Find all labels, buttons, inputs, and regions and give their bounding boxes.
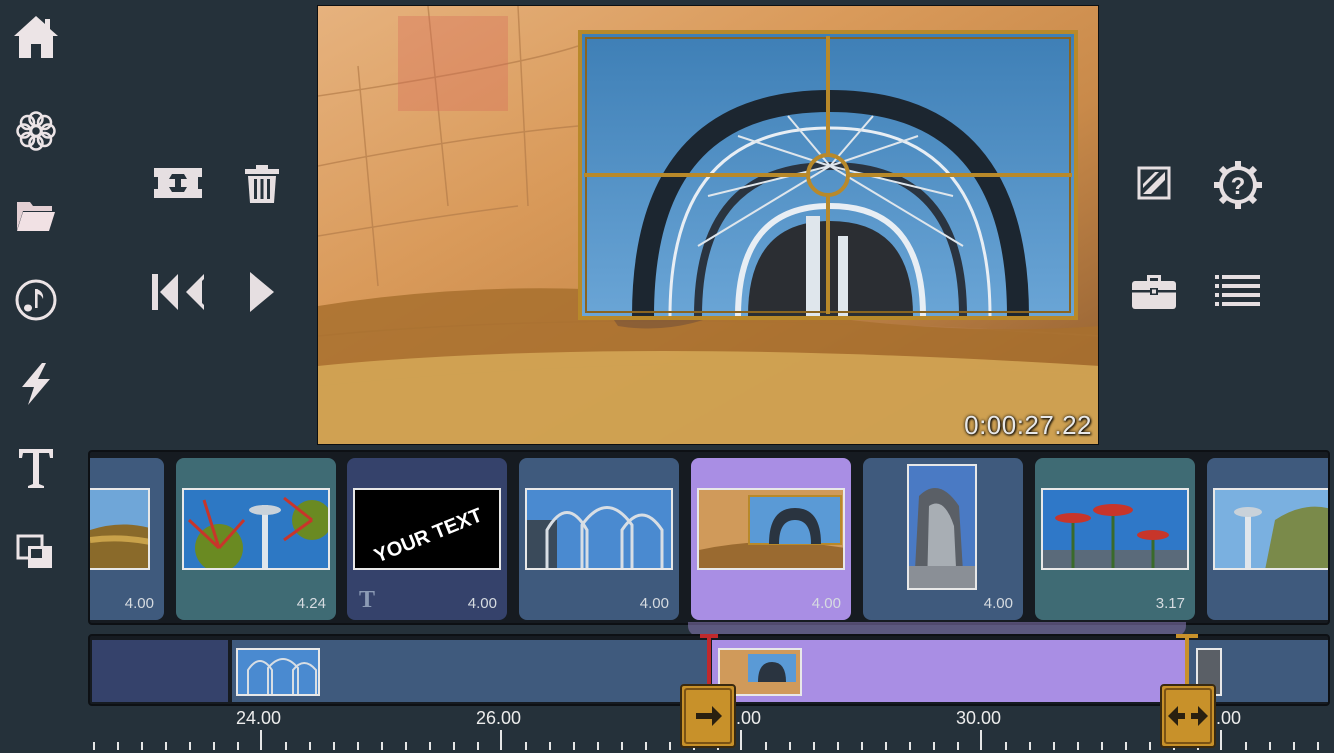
clip-thumbnail [90, 488, 150, 570]
video-preview[interactable]: 0:00:27.22 [317, 5, 1099, 445]
ruler-label: 30.00 [956, 708, 1002, 728]
title-clip-item[interactable]: YOUR TEXT T 4.00 [347, 458, 507, 620]
lightning-icon[interactable] [18, 362, 54, 406]
folder-icon[interactable] [16, 198, 56, 234]
home-icon[interactable] [12, 14, 60, 60]
timeline-ruler[interactable] [0, 700, 1334, 750]
play-icon[interactable] [248, 270, 276, 314]
trim-marker-right[interactable] [1176, 634, 1198, 688]
clip-thumbnail: YOUR TEXT [353, 488, 501, 570]
trash-icon[interactable] [244, 164, 280, 204]
split-razor-icon[interactable] [152, 166, 204, 200]
ruler-label: 26.00 [476, 708, 522, 728]
clip-duration: 4.00 [467, 595, 497, 612]
text-icon[interactable] [16, 446, 56, 490]
timecode: 0:00:27.22 [964, 410, 1092, 440]
music-icon[interactable] [14, 278, 58, 322]
skip-to-start-icon[interactable] [150, 272, 206, 312]
clip-thumbnail [1213, 488, 1328, 570]
clip-duration: 4.00 [811, 595, 841, 612]
clip-thumbnail [697, 488, 845, 570]
trim-handle-left[interactable] [680, 684, 736, 748]
trim-handle-right[interactable] [1160, 684, 1216, 748]
track-thumbnail [236, 648, 320, 696]
clip-item[interactable]: 4 [1207, 458, 1328, 620]
clip-duration: 3.17 [1155, 595, 1185, 612]
track-segment[interactable] [92, 640, 228, 702]
preview-frame [318, 6, 1098, 444]
clip-item[interactable]: 3.17 [1035, 458, 1195, 620]
track-segment-selected[interactable] [712, 640, 1186, 702]
toolbox-icon[interactable] [1131, 272, 1177, 310]
clip-thumbnail [1041, 488, 1189, 570]
clip-duration: 4.00 [124, 595, 154, 612]
clip-item[interactable]: 4.00 [90, 458, 164, 620]
clip-thumbnail [182, 488, 330, 570]
list-icon[interactable] [1215, 274, 1261, 308]
text-clip-icon: T [359, 587, 376, 613]
clip-item-selected[interactable]: 4.00 [691, 458, 851, 620]
flower-icon[interactable] [15, 110, 57, 152]
clip-item[interactable]: 4.00 [863, 458, 1023, 620]
clip-duration: 4.00 [983, 595, 1013, 612]
settings-help-icon[interactable]: ? [1213, 160, 1263, 210]
track-segment[interactable] [232, 640, 710, 702]
clip-item[interactable]: 4.00 [519, 458, 679, 620]
aspect-icon[interactable] [1137, 166, 1171, 200]
svg-text:?: ? [1231, 173, 1246, 200]
clip-duration: 4.24 [296, 595, 326, 612]
clip-thumbnail [907, 464, 977, 590]
clip-item[interactable]: 4.24 [176, 458, 336, 620]
clip-strip[interactable]: 4.00 4.24 YOUR TEXT T 4.00 4.00 4.00 4.0… [88, 450, 1330, 625]
ruler-label: 24.00 [236, 708, 282, 728]
clip-thumbnail [525, 488, 673, 570]
clip-duration: 4.00 [639, 595, 669, 612]
overlay-icon[interactable] [16, 534, 56, 572]
